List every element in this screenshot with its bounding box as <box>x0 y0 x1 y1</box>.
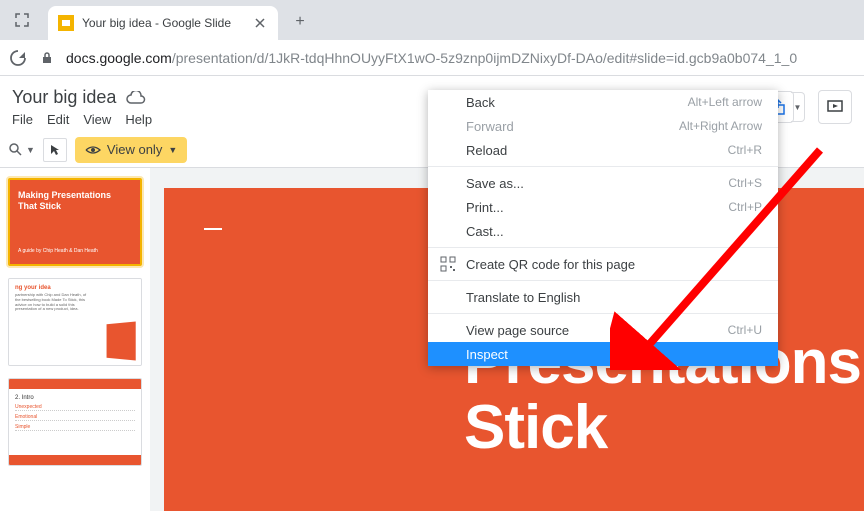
eye-icon <box>85 142 101 158</box>
qr-icon <box>440 256 456 272</box>
zoom-tool[interactable]: ▼ <box>8 142 35 158</box>
separator <box>428 247 778 248</box>
reload-icon[interactable] <box>8 48 28 68</box>
menu-bar: File Edit View Help <box>12 112 152 127</box>
share-dropdown-icon[interactable]: ▼ <box>791 92 805 122</box>
ctx-translate[interactable]: Translate to English <box>428 285 778 309</box>
menu-edit[interactable]: Edit <box>47 112 69 127</box>
ctx-cast[interactable]: Cast... <box>428 219 778 243</box>
ctx-save-as[interactable]: Save as... Ctrl+S <box>428 171 778 195</box>
thumb2-title: ng your idea <box>15 285 135 291</box>
present-button[interactable] <box>818 90 852 124</box>
url-display[interactable]: docs.google.com/presentation/d/1JkR-tdqH… <box>66 50 797 66</box>
thumb1-subtitle: A guide by Chip Heath & Dan Heath <box>18 248 132 254</box>
accent-line <box>204 228 222 230</box>
thumb3-item: Emotional <box>15 414 135 421</box>
ctx-view-source[interactable]: View page source Ctrl+U <box>428 318 778 342</box>
new-tab-button[interactable]: + <box>286 8 314 36</box>
url-host: docs.google.com <box>66 50 172 66</box>
menu-file[interactable]: File <box>12 112 33 127</box>
separator <box>428 166 778 167</box>
slide-panel: Making Presentations That Stick A guide … <box>0 168 150 511</box>
cloud-saved-icon[interactable] <box>126 91 146 105</box>
ctx-forward: Forward Alt+Right Arrow <box>428 114 778 138</box>
lock-icon <box>40 51 54 65</box>
slide-thumb-3[interactable]: 2. Intro Unexpected Emotional Simple <box>8 378 142 466</box>
thumb1-title: Making Presentations That Stick <box>18 190 132 212</box>
thumb3-item: Simple <box>15 424 135 431</box>
slide-thumb-2[interactable]: ng your idea partnership with Chip and D… <box>8 278 142 366</box>
browser-tab[interactable]: Your big idea - Google Slide <box>48 6 278 40</box>
close-icon[interactable] <box>252 15 268 31</box>
slides-favicon-icon <box>58 15 74 31</box>
view-only-badge[interactable]: View only ▼ <box>75 137 187 163</box>
ctx-qr-code[interactable]: Create QR code for this page <box>428 252 778 276</box>
separator <box>428 313 778 314</box>
context-menu: Back Alt+Left arrow Forward Alt+Right Ar… <box>428 90 778 366</box>
expand-icon[interactable] <box>8 6 36 34</box>
tab-title: Your big idea - Google Slide <box>82 16 244 30</box>
doc-title[interactable]: Your big idea <box>12 87 116 108</box>
address-bar: docs.google.com/presentation/d/1JkR-tdqH… <box>0 40 864 76</box>
menu-view[interactable]: View <box>83 112 111 127</box>
browser-titlebar: Your big idea - Google Slide + <box>0 0 864 40</box>
thumb2-text: partnership with Chip and Dan Heath, of … <box>15 293 87 312</box>
book-graphic <box>107 321 136 360</box>
ctx-back[interactable]: Back Alt+Left arrow <box>428 90 778 114</box>
view-only-label: View only <box>107 142 162 157</box>
url-path: /presentation/d/1JkR-tdqHhnOUyyFtX1wO-5z… <box>172 50 797 66</box>
ctx-inspect[interactable]: Inspect <box>428 342 778 366</box>
slide-thumb-1[interactable]: Making Presentations That Stick A guide … <box>8 178 142 266</box>
select-tool[interactable] <box>43 138 67 162</box>
thumb3-item: Unexpected <box>15 404 135 411</box>
slide-title-line2: Stick <box>464 393 607 462</box>
menu-help[interactable]: Help <box>125 112 152 127</box>
thumb3-title: 2. Intro <box>15 395 135 401</box>
ctx-reload[interactable]: Reload Ctrl+R <box>428 138 778 162</box>
separator <box>428 280 778 281</box>
ctx-print[interactable]: Print... Ctrl+P <box>428 195 778 219</box>
